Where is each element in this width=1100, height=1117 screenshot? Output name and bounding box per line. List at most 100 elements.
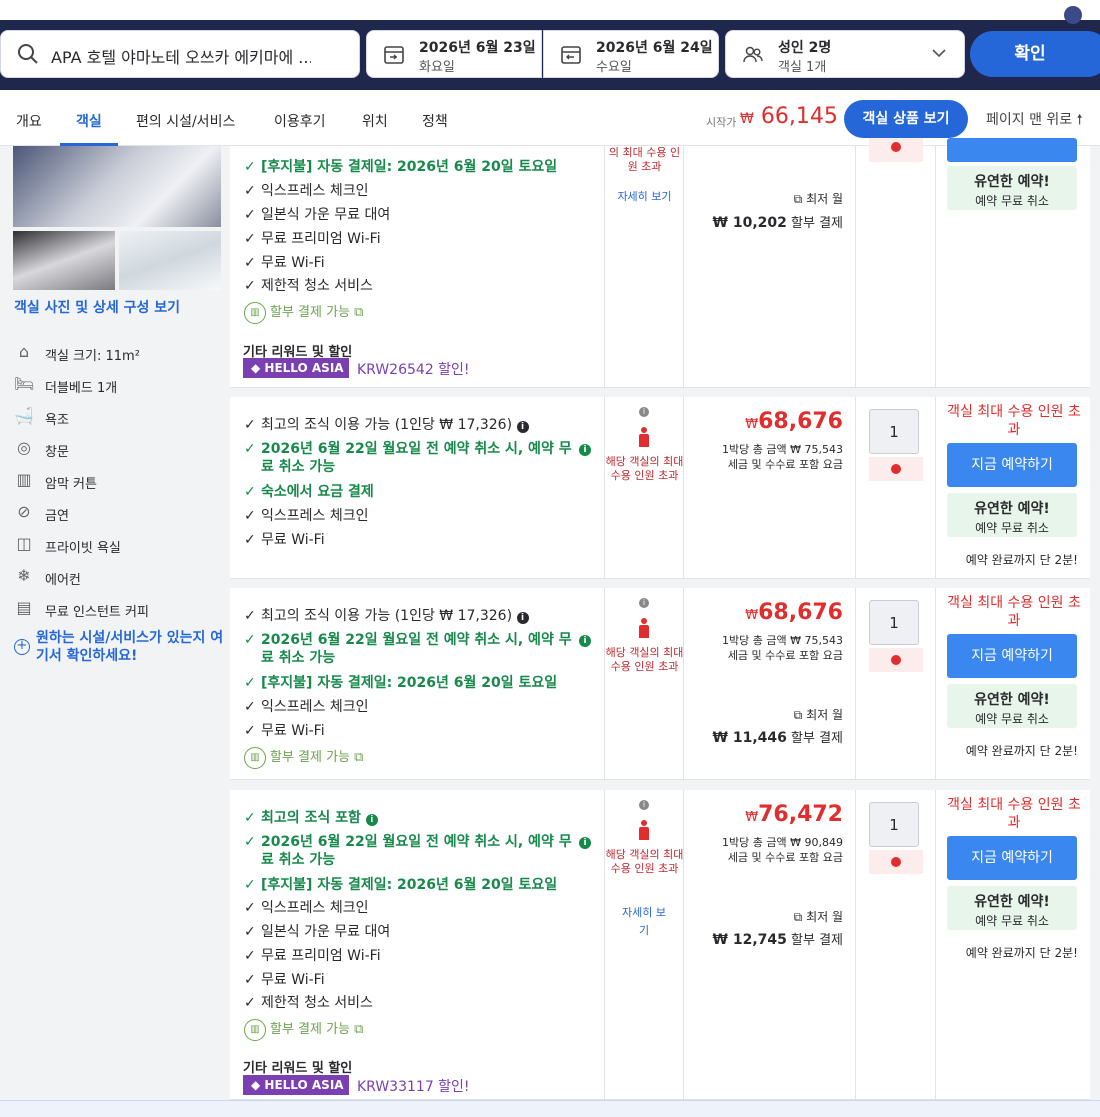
checkin-date: 2026년 6월 23일 [419, 40, 536, 56]
checkout-date: 2026년 6월 24일 [596, 40, 713, 56]
info-icon[interactable]: i [516, 612, 529, 624]
guests-field[interactable]: 성인 2명 객실 1개 [725, 30, 965, 78]
price-cell: ₩68,676 1박당 총 금액 ₩ 75,543 세금 및 수수료 포함 요금 [684, 397, 856, 578]
book-now-button[interactable] [947, 138, 1077, 162]
calendar-icon: ⧉ [793, 192, 803, 206]
room-photo-bath[interactable] [119, 231, 221, 290]
info-icon[interactable]: i [579, 837, 591, 849]
check-icon: ✓ [244, 877, 256, 893]
tab-policies[interactable]: 정책 [422, 90, 448, 146]
room-photo-bed[interactable] [13, 231, 115, 290]
book-now-button[interactable]: 지금 예약하기 [947, 836, 1077, 880]
view-rooms-button[interactable]: 객실 상품 보기 [844, 100, 968, 138]
amenity-blackout: ▥ 암막 커튼 [14, 470, 224, 492]
external-link-icon: ⧉ [354, 1022, 364, 1037]
installment-available[interactable]: ▥ 할부 결제 가능 ⧉ [244, 1018, 363, 1041]
checkin-field[interactable]: 2026년 6월 23일 화요일 [366, 30, 542, 78]
amenity-label: 무료 인스턴트 커피 [45, 605, 149, 620]
check-icon: ✓ [244, 995, 256, 1011]
price-total: 1박당 총 금액 ₩ 90,849 세금 및 수수료 포함 요금 [722, 835, 843, 865]
room-photo-main[interactable] [13, 146, 221, 227]
toilet-icon: ◫ [16, 534, 32, 553]
info-icon[interactable]: i [579, 635, 591, 647]
installment-value: ₩ 10,202 [712, 215, 787, 231]
calendar-icon: ⧉ [793, 708, 803, 722]
checkin-day: 화요일 [419, 60, 455, 75]
feature-label: [후지불] 자동 결제일: 2026년 6월 20일 토요일 [261, 675, 558, 691]
installment-value: ₩ 12,745 [712, 932, 787, 948]
info-icon[interactable]: i [365, 814, 378, 826]
check-icon: ✓ [244, 900, 256, 916]
rate-features: ✓ 최고의 조식 이용 가능 (1인당 ₩ 17,326) i ✓ 2026년 6월… [230, 397, 605, 578]
amenity-non-smoking: ⊘ 금연 [14, 502, 224, 524]
min-monthly: ⧉ 최저 월 [794, 706, 843, 723]
occupancy-cell: i 해당 객실의 최대 수용 인원 초과 [605, 397, 684, 578]
check-icon: ✓ [244, 417, 256, 433]
installment-icon: ▥ [244, 746, 266, 769]
info-icon[interactable]: i [639, 800, 649, 810]
room-quantity-select[interactable]: 1 [869, 409, 919, 454]
bathtub-icon: 🛁 [14, 406, 34, 425]
installment-label: 할부 결제 가능 [270, 305, 351, 320]
amenity-label: 암막 커튼 [45, 477, 97, 492]
back-to-top-label: 페이지 맨 위로 [986, 112, 1073, 128]
check-icon: ✓ [244, 924, 256, 940]
promo-badge-label: HELLO ASIA [264, 1078, 344, 1092]
feature-label: 익스프레스 체크인 [261, 900, 369, 916]
amenity-private-bath: ◫ 프라이빗 욕실 [14, 534, 224, 556]
confirm-button[interactable]: 확인 [970, 31, 1100, 77]
checkout-field[interactable]: 2026년 6월 24일 수요일 [543, 30, 719, 78]
booking-time-note: 예약 완료까지 단 2분! [965, 744, 1078, 758]
rate-price-value: 68,676 [758, 409, 843, 434]
coupon-text: KRW33117 할인! [357, 1079, 470, 1095]
alert-icon [891, 655, 901, 665]
details-link[interactable]: 자세히 보기 [605, 188, 684, 206]
installment-available[interactable]: ▥ 할부 결제 가능 ⧉ [244, 746, 363, 769]
from-price: ₩ 66,145 [740, 104, 838, 129]
info-icon[interactable]: i [579, 444, 591, 456]
book-now-button[interactable]: 지금 예약하기 [947, 634, 1077, 678]
quantity-warning [869, 648, 923, 672]
info-icon[interactable]: i [639, 407, 649, 417]
booking-time-note: 예약 완료까지 단 2분! [965, 553, 1078, 567]
room-details-link[interactable]: 객실 사진 및 상세 구성 보기 [14, 297, 180, 317]
info-icon[interactable]: i [516, 421, 529, 433]
checkout-day: 수요일 [596, 60, 632, 75]
amenity-window: ◎ 창문 [14, 438, 224, 460]
installment-available[interactable]: ▥ 할부 결제 가능 ⧉ [244, 301, 363, 324]
tab-rooms[interactable]: 객실 [60, 90, 118, 146]
top-strip [0, 0, 1100, 20]
check-icon: ✓ [244, 675, 256, 691]
rate-row: ✓ 최고의 조식 이용 가능 (1인당 ₩ 17,326) i ✓ 2026년 6월… [230, 588, 1090, 780]
feature-label: 익스프레스 체크인 [261, 699, 369, 715]
flexible-booking: 유연한 예약! 예약 무료 취소 [947, 493, 1077, 537]
external-link-icon: ⧉ [354, 305, 364, 320]
feature-label: 무료 프리미엄 Wi-Fi [261, 948, 381, 964]
room-quantity-select[interactable]: 1 [869, 802, 919, 847]
profile-icon[interactable] [1064, 6, 1082, 24]
feature-label: 2026년 6월 22일 월요일 전 예약 취소 시, 예약 무료 취소 가능 [261, 441, 572, 475]
booking-time-note: 예약 완료까지 단 2분! [965, 946, 1078, 960]
tax-line: 세금 및 수수료 포함 요금 [727, 649, 843, 662]
coffee-maker-icon: ▤ [16, 598, 32, 617]
room-info-panel: 객실 사진 및 상세 구성 보기 ⌂ 객실 크기: 11m² 🛏 더블베드 1개 🛁… [0, 146, 230, 1096]
alert-icon [891, 142, 901, 152]
chevron-down-icon [932, 49, 946, 58]
tab-location[interactable]: 위치 [362, 90, 388, 146]
amenity-label: 창문 [45, 445, 69, 460]
quantity-cell: 1 [856, 588, 936, 779]
free-cancel-text: 예약 무료 취소 [975, 521, 1049, 535]
tab-amenities[interactable]: 편의 시설/서비스 [136, 90, 235, 146]
info-icon[interactable]: i [639, 598, 649, 608]
back-to-top-link[interactable]: 페이지 맨 위로 🠕 [986, 109, 1083, 133]
tab-overview[interactable]: 개요 [16, 90, 42, 146]
tab-reviews[interactable]: 이용후기 [274, 90, 326, 146]
book-now-button[interactable]: 지금 예약하기 [947, 443, 1077, 487]
snowflake-icon: ❄ [17, 566, 31, 585]
bed-icon: 🛏 [14, 374, 35, 393]
capacity-warning: 해당 객실의 최대 수용 인원 초과 [605, 848, 684, 875]
capacity-warning: 해당 객실의 최대 수용 인원 초과 [605, 455, 684, 482]
room-quantity-select[interactable]: 1 [869, 600, 919, 645]
details-link[interactable]: 자세히 보기 [619, 904, 669, 940]
hotel-search-field[interactable]: APA 호텔 야마노테 오쓰카 에키마에 ... [0, 30, 360, 78]
